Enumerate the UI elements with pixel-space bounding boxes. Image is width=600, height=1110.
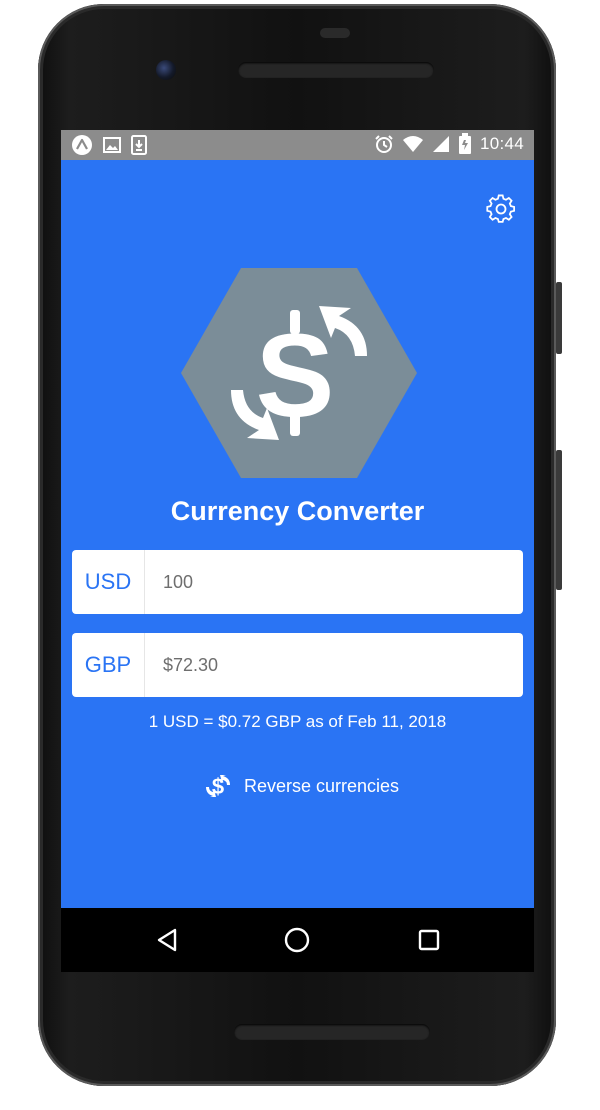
download-icon	[131, 135, 147, 155]
base-currency-field: USD	[72, 550, 523, 614]
quote-amount-output	[145, 633, 523, 697]
front-camera	[156, 60, 176, 80]
signal-icon	[432, 136, 449, 152]
exchange-rate-text: 1 USD = $0.72 GBP as of Feb 11, 2018	[148, 712, 447, 731]
back-triangle-icon	[157, 928, 177, 952]
power-button	[556, 450, 562, 590]
quote-currency-field: GBP	[72, 633, 523, 697]
gear-icon[interactable]	[486, 194, 516, 224]
android-auto-icon	[72, 135, 92, 155]
base-currency-button[interactable]: USD	[72, 550, 145, 614]
status-time: 10:44	[479, 134, 524, 153]
recents-square-icon	[418, 929, 440, 951]
status-bar: 10:44	[61, 130, 534, 160]
quote-currency-button[interactable]: GBP	[72, 633, 145, 697]
recents-button[interactable]	[411, 922, 447, 958]
image-icon	[103, 137, 121, 153]
app-title: Currency Converter	[170, 496, 425, 526]
bottom-speaker	[234, 1024, 430, 1040]
wifi-icon	[402, 136, 423, 152]
home-circle-icon	[284, 927, 310, 953]
base-amount-input[interactable]	[145, 550, 523, 614]
currency-exchange-logo: S	[181, 268, 417, 478]
system-nav-bar	[61, 908, 534, 972]
reverse-currencies-button[interactable]: $ Reverse currencies	[204, 772, 399, 800]
reverse-currency-icon: $	[206, 774, 230, 799]
volume-button	[556, 282, 562, 354]
alarm-icon	[375, 135, 393, 153]
back-button[interactable]	[149, 922, 185, 958]
battery-icon	[458, 133, 471, 154]
reverse-currencies-label: Reverse currencies	[244, 775, 400, 796]
top-speaker	[238, 62, 434, 78]
app-screen: 10:44 S Currency Converter USD GBP 1 USD…	[61, 130, 534, 908]
earpiece-slot	[320, 28, 350, 38]
home-button[interactable]	[279, 922, 315, 958]
